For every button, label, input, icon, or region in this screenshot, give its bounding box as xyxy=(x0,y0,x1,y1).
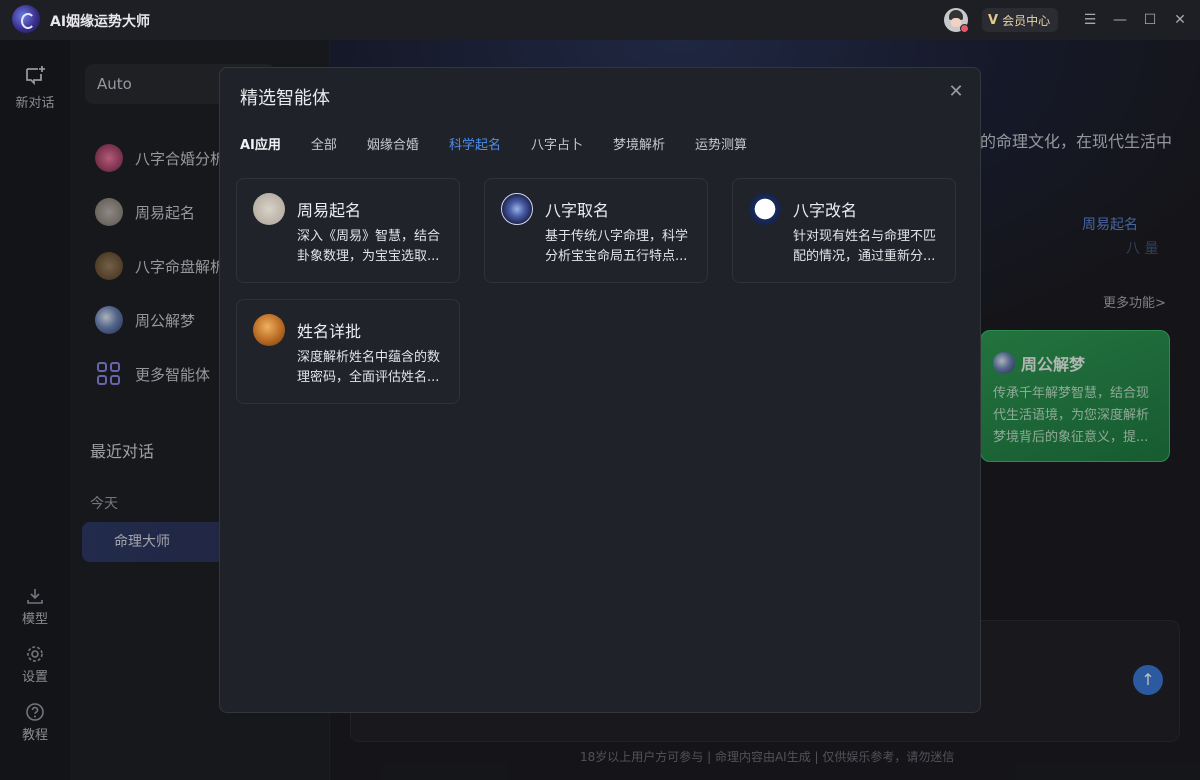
app-logo-icon xyxy=(12,5,40,33)
vip-center-label: 会员中心 xyxy=(1002,13,1051,28)
maximize-icon[interactable]: ☐ xyxy=(1140,10,1160,30)
title-bar: AI姻缘运势大师 V 会员中心 ☰ — ☐ ✕ xyxy=(0,0,1200,40)
agent-card-title: 周易起名 xyxy=(297,201,362,220)
tab-dream[interactable]: 梦境解析 xyxy=(613,134,665,153)
tab-naming[interactable]: 科学起名 xyxy=(449,134,501,153)
agent-card-desc: 深入《周易》智慧，结合卦象数理，为宝宝选取... xyxy=(297,229,441,264)
agent-card-title: 八字取名 xyxy=(545,201,610,220)
zhouyi-icon xyxy=(253,193,285,225)
vip-center-button[interactable]: V 会员中心 xyxy=(982,8,1059,32)
agent-card-desc: 基于传统八字命理，科学分析宝宝命局五行特点... xyxy=(545,229,689,264)
close-icon[interactable]: ✕ xyxy=(946,82,966,102)
agent-card-zhouyi[interactable]: 周易起名 深入《周易》智慧，结合卦象数理，为宝宝选取... xyxy=(236,178,460,283)
minimize-icon[interactable]: — xyxy=(1110,10,1130,30)
agent-card-title: 姓名详批 xyxy=(297,322,362,341)
tab-ai-apps[interactable]: AI应用 xyxy=(240,134,281,153)
agent-card-bazi-gaiming[interactable]: 八字改名 针对现有姓名与命理不匹配的情况，通过重新分... xyxy=(732,178,956,283)
menu-icon[interactable]: ☰ xyxy=(1080,10,1100,30)
app-title: AI姻缘运势大师 xyxy=(50,14,151,30)
agent-card-xingming[interactable]: 姓名详批 深度解析姓名中蕴含的数理密码，全面评估姓名... xyxy=(236,299,460,404)
agent-card-bazi-quming[interactable]: 八字取名 基于传统八字命理，科学分析宝宝命局五行特点... xyxy=(484,178,708,283)
seal-icon xyxy=(253,314,285,346)
agent-card-title: 八字改名 xyxy=(793,201,858,220)
yinyang-icon xyxy=(749,193,781,225)
close-window-icon[interactable]: ✕ xyxy=(1170,10,1190,30)
bazi-swirl-icon xyxy=(501,193,533,225)
tab-all[interactable]: 全部 xyxy=(311,134,337,153)
agents-modal: 精选智能体 ✕ AI应用 全部 姻缘合婚 科学起名 八字占卜 梦境解析 运势测算… xyxy=(219,67,981,713)
tab-fortune[interactable]: 运势测算 xyxy=(695,134,747,153)
modal-title: 精选智能体 xyxy=(240,88,330,109)
tab-marriage[interactable]: 姻缘合婚 xyxy=(367,134,419,153)
agent-card-desc: 针对现有姓名与命理不匹配的情况，通过重新分... xyxy=(793,229,937,264)
tab-divination[interactable]: 八字占卜 xyxy=(531,134,583,153)
vip-badge-icon xyxy=(960,24,969,33)
modal-tabs: AI应用 全部 姻缘合婚 科学起名 八字占卜 梦境解析 运势测算 xyxy=(240,134,777,153)
vip-v-icon: V xyxy=(988,12,999,28)
agent-card-desc: 深度解析姓名中蕴含的数理密码，全面评估姓名... xyxy=(297,350,441,385)
